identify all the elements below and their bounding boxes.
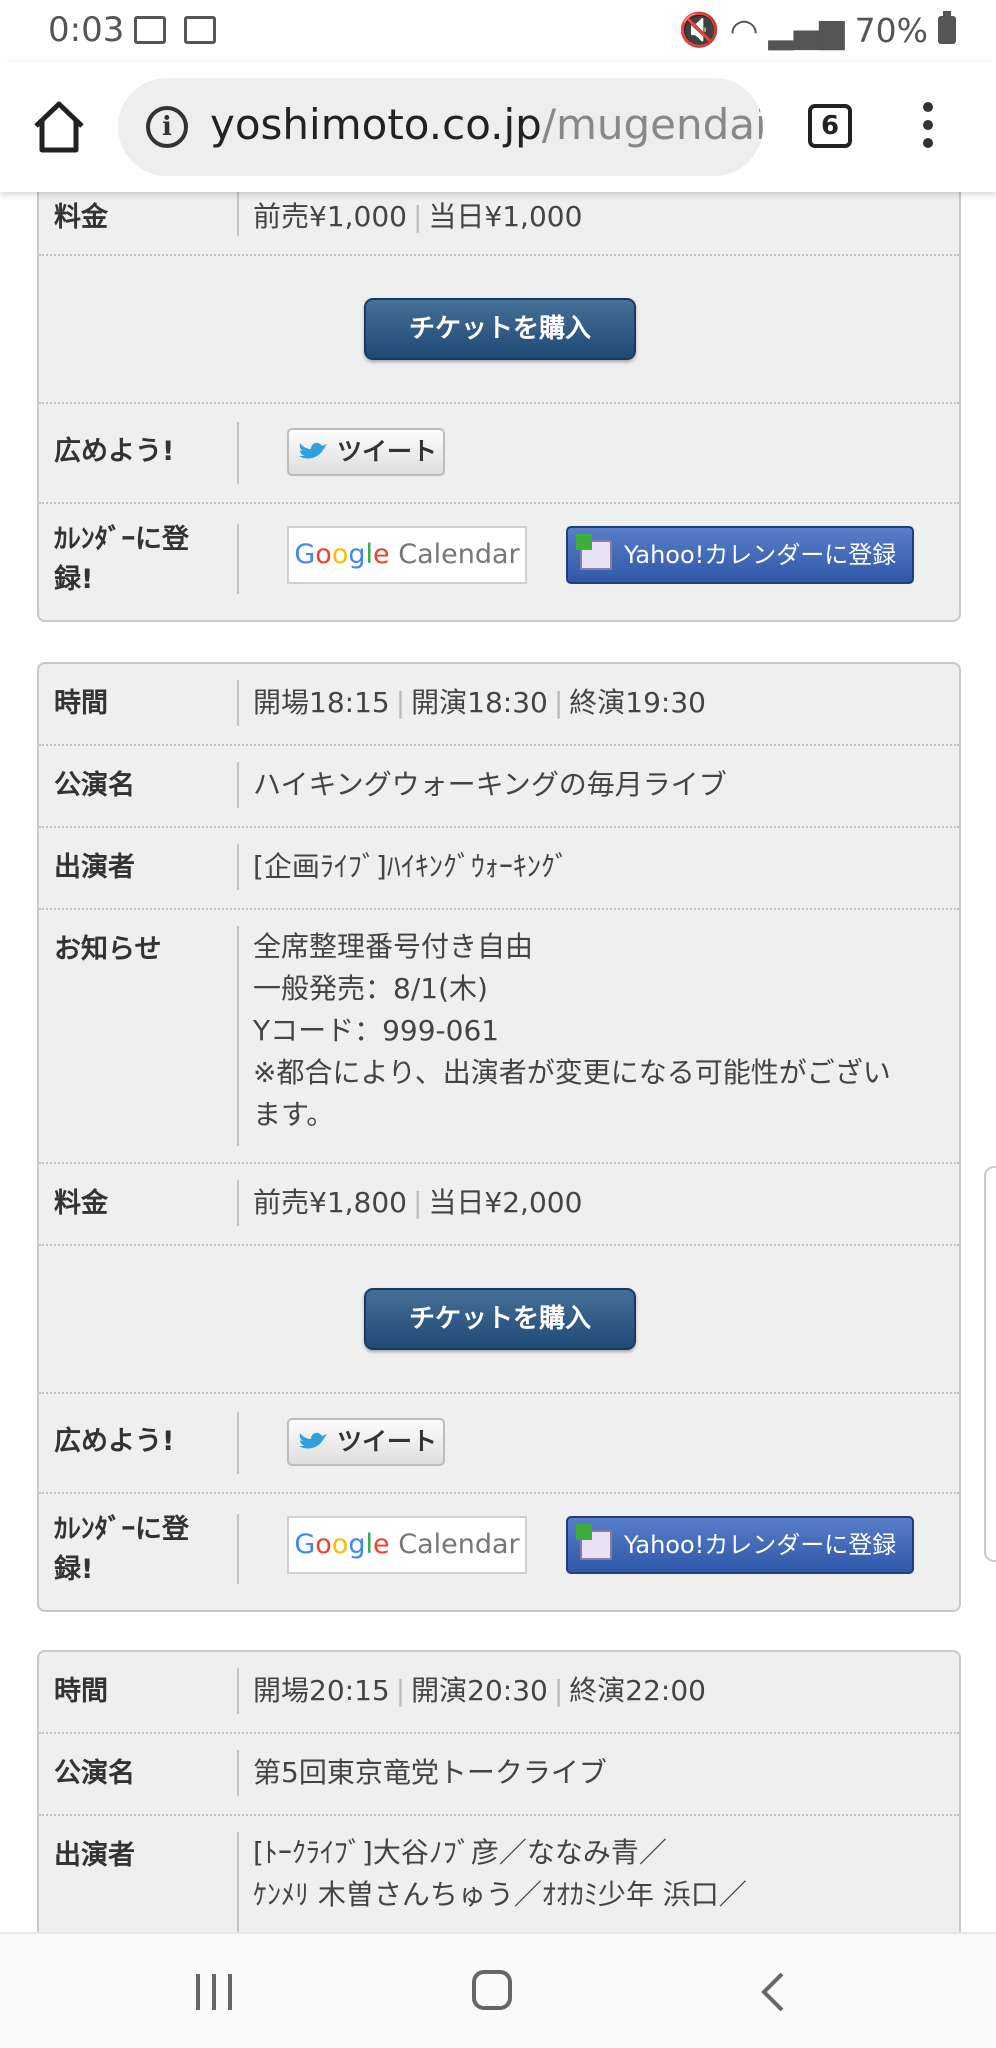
show-name-value: 第5回東京竜党トークライブ <box>253 1756 607 1789</box>
show-name-value: ハイキングウォーキングの毎月ライブ <box>253 768 727 801</box>
info-icon[interactable]: i <box>146 106 188 148</box>
show-name-label: 公演名 <box>54 1758 135 1789</box>
performers-value: [ﾄｰｸﾗｲﾌﾞ]大谷ﾉﾌﾞ彦／ななみ青／ ｹﾝﾒﾘ 木曽さんちゅう／ｵｵｶﾐ少… <box>253 1836 747 1911</box>
more-menu-icon[interactable] <box>918 102 938 154</box>
status-time: 0:03 <box>48 10 125 50</box>
system-nav-bar <box>0 1932 996 2048</box>
price-value: 前売¥1,000 | 当日¥1,000 <box>253 200 583 233</box>
time-row: 時間 開場18:15 | 開演18:30 | 終演19:30 <box>39 664 959 746</box>
show-name-row: 公演名 第5回東京竜党トークライブ <box>39 1734 959 1816</box>
price-row: 料金 前売¥1,000 | 当日¥1,000 <box>39 192 959 256</box>
buy-ticket-button[interactable]: チケットを購入 <box>364 1288 636 1350</box>
recent-apps-icon[interactable] <box>196 1974 236 2010</box>
status-right: 🔇 ◠ ▂▄▆ 70% <box>679 10 956 50</box>
calendar-row: ｶﾚﾝﾀﾞｰに登 録! Google Calendar Yahoo!カレンダーに登… <box>39 1494 959 1610</box>
url-text: yoshimoto.co.jp/mugendai_c <box>210 100 763 149</box>
price-label: 料金 <box>54 202 108 233</box>
calendar-row: ｶﾚﾝﾀﾞｰに登 録! Google Calendar Yahoo!カレンダーに登… <box>39 504 959 620</box>
price-value: 前売¥1,800 | 当日¥2,000 <box>253 1186 583 1219</box>
time-value: 開場18:15 | 開演18:30 | 終演19:30 <box>253 686 706 719</box>
google-calendar-button[interactable]: Google Calendar <box>287 1516 527 1574</box>
notice-label: お知らせ <box>54 934 162 965</box>
home-nav-icon[interactable] <box>472 1970 512 2010</box>
yahoo-calendar-button[interactable]: Yahoo!カレンダーに登録 <box>566 1516 914 1574</box>
performers-row: 出演者 [ﾄｰｸﾗｲﾌﾞ]大谷ﾉﾌﾞ彦／ななみ青／ ｹﾝﾒﾘ 木曽さんちゅう／ｵ… <box>39 1816 959 1932</box>
yahoo-calendar-label: Yahoo!カレンダーに登録 <box>624 541 897 569</box>
show-name-row: 公演名 ハイキングウォーキングの毎月ライブ <box>39 746 959 828</box>
share-label: 広めよう! <box>54 436 175 467</box>
page-content: 料金 前売¥1,000 | 当日¥1,000 チケットを購入 広めよう! ツイート … <box>0 192 996 1932</box>
calendar-add-icon <box>576 1524 612 1560</box>
back-icon[interactable] <box>756 1970 792 2014</box>
google-calendar-button[interactable]: Google Calendar <box>287 526 527 584</box>
price-label: 料金 <box>54 1188 108 1219</box>
share-label: 広めよう! <box>54 1426 175 1457</box>
ticket-row: チケットを購入 <box>39 256 959 404</box>
time-row: 時間 開場20:15 | 開演20:30 | 終演22:00 <box>39 1652 959 1734</box>
event-card-3: 時間 開場20:15 | 開演20:30 | 終演22:00 公演名 第5回東京竜党トー… <box>37 1650 961 1932</box>
notice-value: 全席整理番号付き自由 一般発売：8/1(木) Yコード：999-061 ※都合に… <box>253 930 891 1131</box>
event-card-2: 時間 開場18:15 | 開演18:30 | 終演19:30 公演名 ハイキングウォーキ… <box>37 662 961 1612</box>
time-label: 時間 <box>54 688 108 719</box>
twitter-bird-icon <box>299 1432 327 1449</box>
tweet-button[interactable]: ツイート <box>287 428 445 476</box>
time-value: 開場20:15 | 開演20:30 | 終演22:00 <box>253 1674 706 1707</box>
tab-switcher-button[interactable]: 6 <box>808 104 852 148</box>
share-row: 広めよう! ツイート <box>39 1394 959 1494</box>
twitter-bird-icon <box>299 442 327 459</box>
time-label: 時間 <box>54 1676 108 1707</box>
performers-value: [企画ﾗｲﾌﾞ]ﾊｲｷﾝｸﾞｳｫｰｷﾝｸﾞ <box>253 850 569 883</box>
home-icon[interactable] <box>30 98 88 156</box>
ticket-row: チケットを購入 <box>39 1246 959 1394</box>
tweet-button[interactable]: ツイート <box>287 1418 445 1466</box>
event-card-1: 料金 前売¥1,000 | 当日¥1,000 チケットを購入 広めよう! ツイート … <box>37 192 961 622</box>
status-bar: 0:03 🔇 ◠ ▂▄▆ 70% <box>0 0 996 62</box>
battery-icon <box>938 11 956 44</box>
browser-toolbar: i yoshimoto.co.jp/mugendai_c 6 <box>0 62 996 192</box>
price-door: 当日¥1,000 <box>428 200 583 233</box>
tweet-label: ツイート <box>337 1427 438 1456</box>
url-domain: yoshimoto.co.jp <box>210 100 542 149</box>
wifi-icon: ◠ <box>729 10 759 50</box>
battery-percent: 70% <box>854 10 928 50</box>
performers-label: 出演者 <box>54 1840 135 1871</box>
show-name-label: 公演名 <box>54 770 135 801</box>
performers-row: 出演者 [企画ﾗｲﾌﾞ]ﾊｲｷﾝｸﾞｳｫｰｷﾝｸﾞ <box>39 828 959 910</box>
price-row: 料金 前売¥1,800 | 当日¥2,000 <box>39 1164 959 1246</box>
calendar-label: ｶﾚﾝﾀﾞｰに登 録! <box>54 1514 189 1585</box>
notice-row: お知らせ 全席整理番号付き自由 一般発売：8/1(木) Yコード：999-061… <box>39 910 959 1164</box>
performers-label: 出演者 <box>54 852 135 883</box>
yahoo-calendar-button[interactable]: Yahoo!カレンダーに登録 <box>566 526 914 584</box>
signal-icon: ▂▄▆ <box>768 10 845 50</box>
calendar-label: ｶﾚﾝﾀﾞｰに登 録! <box>54 524 189 595</box>
calendar-add-icon <box>576 534 612 570</box>
mute-icon: 🔇 <box>678 10 720 49</box>
side-panel-handle[interactable] <box>984 1166 996 1562</box>
price-advance: 前売¥1,000 <box>253 200 407 233</box>
url-path: /mugendai_c <box>541 100 763 149</box>
address-bar[interactable]: i yoshimoto.co.jp/mugendai_c <box>118 78 763 176</box>
mail-notification-icon <box>184 16 216 44</box>
gallery-notification-icon <box>134 16 166 44</box>
buy-ticket-button[interactable]: チケットを購入 <box>364 298 636 360</box>
tweet-label: ツイート <box>337 437 438 466</box>
yahoo-calendar-label: Yahoo!カレンダーに登録 <box>624 1531 897 1559</box>
share-row: 広めよう! ツイート <box>39 404 959 504</box>
